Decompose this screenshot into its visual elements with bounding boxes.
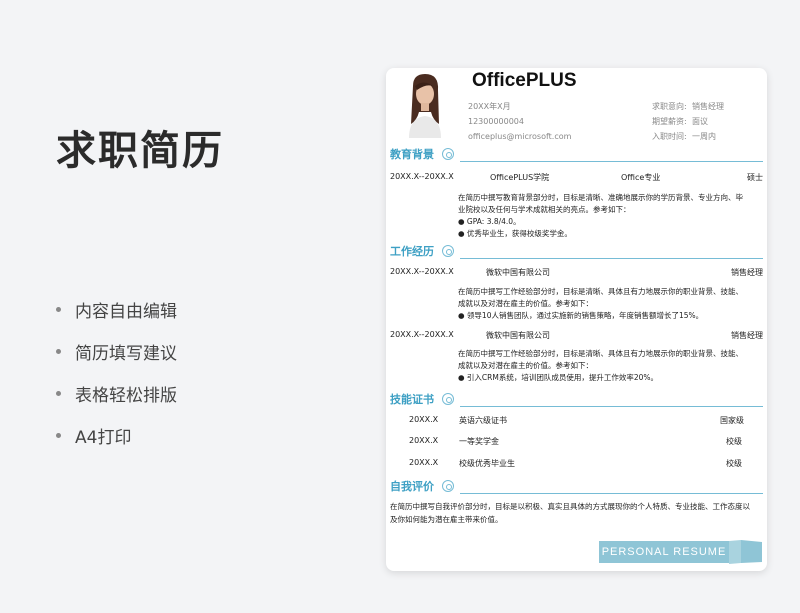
job-period: 20XX.X--20XX.X <box>390 267 454 276</box>
section-self-eval: 自我评价 <box>390 478 763 494</box>
section-title: 自我评价 <box>390 480 434 493</box>
section-certificates: 技能证书 <box>390 391 763 407</box>
divider <box>460 493 763 494</box>
certificate-row: 20XX.X 校级优秀毕业生 校级 <box>386 458 767 470</box>
feature-item: A4打印 <box>56 414 177 456</box>
job-row: 20XX.X--20XX.X 微软中国有限公司 销售经理 <box>390 330 763 342</box>
start-value: 一周内 <box>692 132 716 141</box>
target-icon <box>442 148 454 160</box>
job-intent-info: 求职意向: 销售经理 期望薪资: 面议 入职时间: 一周内 <box>652 99 724 144</box>
job-position: 销售经理 <box>731 331 763 340</box>
divider <box>460 406 763 407</box>
divider <box>460 258 763 259</box>
job-position: 销售经理 <box>731 268 763 277</box>
phone-number: 12300000004 <box>468 117 524 126</box>
feature-list: 内容自由编辑 简历填写建议 表格轻松排版 A4打印 <box>56 288 177 456</box>
divider <box>460 161 763 162</box>
certificate-date: 20XX.X <box>409 458 439 467</box>
email-address: officeplus@microsoft.com <box>468 132 572 141</box>
section-title: 教育背景 <box>390 148 434 161</box>
salary-value: 面议 <box>692 117 708 126</box>
feature-item: 表格轻松排版 <box>56 372 177 414</box>
intent-label: 求职意向: <box>652 102 687 111</box>
education-description: 在简历中撰写教育背景部分时，目标是清晰、准确地展示你的学历背景、专业方向、毕业院… <box>458 193 743 238</box>
bullet-icon <box>56 306 61 312</box>
target-icon <box>442 245 454 257</box>
birth-date: 20XX年X月 <box>468 102 511 111</box>
job-period: 20XX.X--20XX.X <box>390 330 454 339</box>
certificate-date: 20XX.X <box>409 436 439 445</box>
certificate-name: 英语六级证书 <box>459 416 507 425</box>
certificate-level: 国家级 <box>720 416 744 425</box>
bullet-icon <box>56 432 61 438</box>
self-eval-text: 在简历中撰写自我评价部分时，目标是以积极、真实且具体的方式展现你的个人特质、专业… <box>390 502 750 524</box>
section-work: 工作经历 <box>390 243 763 259</box>
company-name: 微软中国有限公司 <box>486 268 550 277</box>
job-row: 20XX.X--20XX.X 微软中国有限公司 销售经理 <box>390 267 763 279</box>
job-description: 在简历中撰写工作经验部分时，目标是清晰、具体且有力地展示你的职业背景、技能、成就… <box>458 349 743 382</box>
contact-info: 20XX年X月 12300000004 officeplus@microsoft… <box>468 99 571 144</box>
page-title: 求职简历 <box>56 128 224 174</box>
salary-label: 期望薪资: <box>652 117 687 126</box>
bullet-icon <box>56 348 61 354</box>
section-title: 技能证书 <box>390 393 434 406</box>
job-description: 在简历中撰写工作经验部分时，目标是清晰、具体且有力地展示你的职业背景、技能、成就… <box>458 287 743 320</box>
profile-photo <box>395 72 455 138</box>
major-name: Office专业 <box>621 173 661 182</box>
ribbon-fold-icon <box>729 540 762 564</box>
certificate-level: 校级 <box>726 437 742 446</box>
bullet-icon <box>56 390 61 396</box>
section-title: 工作经历 <box>390 245 434 258</box>
resume-preview-card[interactable]: OfficePLUS 20XX年X月 12300000004 officeplu… <box>386 68 767 571</box>
personal-resume-banner: PERSONAL RESUME <box>599 541 729 563</box>
certificate-name: 校级优秀毕业生 <box>459 459 515 468</box>
intent-value: 销售经理 <box>692 102 724 111</box>
target-icon <box>442 480 454 492</box>
target-icon <box>442 393 454 405</box>
certificate-date: 20XX.X <box>409 415 439 424</box>
start-label: 入职时间: <box>652 132 687 141</box>
school-name: OfficePLUS学院 <box>490 173 550 182</box>
certificate-row: 20XX.X 英语六级证书 国家级 <box>386 415 767 427</box>
company-name: 微软中国有限公司 <box>486 331 550 340</box>
feature-item: 简历填写建议 <box>56 330 177 372</box>
resume-name: OfficePLUS <box>472 70 577 91</box>
certificate-row: 20XX.X 一等奖学金 校级 <box>386 436 767 448</box>
feature-item: 内容自由编辑 <box>56 288 177 330</box>
certificate-name: 一等奖学金 <box>459 437 499 446</box>
certificate-level: 校级 <box>726 459 742 468</box>
degree: 硕士 <box>747 173 763 182</box>
education-period: 20XX.X--20XX.X <box>390 172 454 181</box>
education-row: 20XX.X--20XX.X OfficePLUS学院 Office专业 硕士 <box>390 172 763 184</box>
section-education: 教育背景 <box>390 146 763 162</box>
